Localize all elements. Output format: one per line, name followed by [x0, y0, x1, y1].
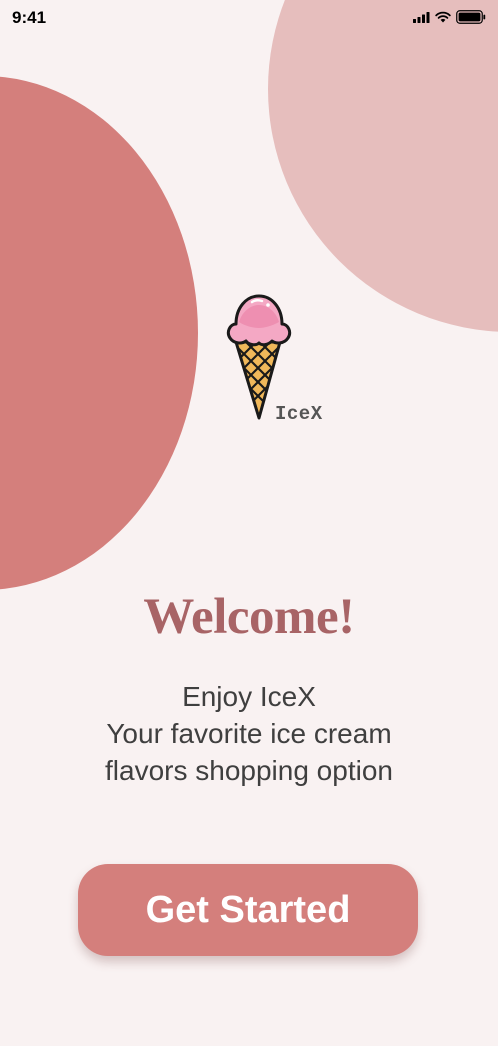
subtitle-line-3: flavors shopping option [105, 755, 393, 786]
status-time: 9:41 [12, 8, 47, 27]
status-icons [413, 10, 486, 24]
wifi-icon [435, 11, 451, 23]
decorative-circle-right [268, 0, 498, 332]
brand-logo-text: IceX [275, 403, 323, 425]
get-started-button-label: Get Started [145, 888, 351, 931]
get-started-button[interactable]: Get Started [78, 864, 418, 956]
battery-icon [456, 10, 486, 24]
welcome-title: Welcome! [143, 589, 355, 645]
decorative-circle-left [0, 76, 198, 590]
welcome-subtitle: Enjoy IceX Your favorite ice cream flavo… [0, 678, 498, 789]
status-bar: 9:41 [0, 0, 498, 34]
subtitle-line-1: Enjoy IceX [182, 681, 316, 712]
welcome-screen: 9:41 IceX Welcome! Enjoy IceX Your favor… [0, 0, 500, 1046]
subtitle-line-2: Your favorite ice cream [106, 718, 392, 749]
cellular-signal-icon [413, 11, 430, 23]
